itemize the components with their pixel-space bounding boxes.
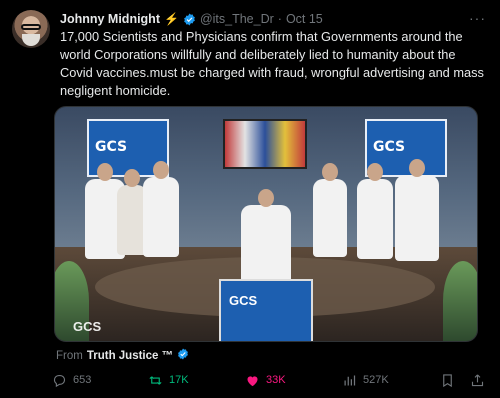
reply-button[interactable]: 653: [52, 373, 91, 388]
panel-person: [395, 159, 439, 261]
views-count: 527K: [363, 374, 389, 386]
avatar-beard: [22, 34, 40, 46]
more-options-icon[interactable]: ···: [469, 10, 486, 26]
source-name[interactable]: Truth Justice ™: [87, 350, 173, 362]
podium: GCS: [219, 279, 313, 341]
tweet-text: 17,000 Scientists and Physicians confirm…: [60, 29, 484, 98]
source-attribution: From Truth Justice ™: [56, 348, 189, 363]
tweet-timestamp[interactable]: Oct 15: [286, 12, 323, 26]
verified-badge-icon[interactable]: [183, 13, 196, 26]
author-name[interactable]: Johnny Midnight: [60, 12, 160, 26]
like-count: 33K: [266, 374, 286, 386]
tweet-media-image[interactable]: GCS GCS GCS GCS: [54, 106, 478, 342]
like-button[interactable]: 33K: [245, 373, 286, 388]
share-icon: [471, 373, 484, 386]
avatar[interactable]: [12, 10, 50, 48]
speaker-person: [241, 189, 291, 283]
repost-count: 17K: [169, 374, 189, 386]
watermark-logo: GCS: [73, 319, 102, 334]
bookmark-button[interactable]: [440, 373, 455, 388]
tweet-header: Johnny Midnight ⚡ @its_The_Dr · Oct 15: [60, 11, 323, 27]
verified-badge-icon: [177, 348, 189, 363]
bookmark-icon: [443, 373, 452, 387]
separator-dot: ·: [277, 12, 282, 26]
logo-text: GCS: [373, 139, 406, 155]
avatar-glasses: [21, 24, 41, 30]
panel-person: [313, 163, 347, 257]
podium-logo-text: GCS: [229, 293, 258, 308]
source-prefix: From: [56, 349, 83, 362]
share-button[interactable]: [470, 373, 485, 388]
plant-right: [443, 261, 477, 341]
panel-person: [143, 161, 179, 257]
repost-icon: [149, 375, 162, 385]
lightning-icon: ⚡: [163, 12, 179, 26]
reply-icon: [53, 374, 66, 387]
panel-person: [357, 163, 393, 259]
repost-button[interactable]: 17K: [148, 373, 189, 388]
like-icon: [247, 375, 258, 386]
logo-text: GCS: [95, 139, 128, 155]
reply-count: 653: [73, 374, 92, 386]
action-bar: 653 17K 33K 527K: [52, 370, 488, 390]
views-icon: [344, 375, 356, 385]
views-button[interactable]: 527K: [342, 373, 389, 388]
flag-screen: [223, 119, 307, 169]
author-handle[interactable]: @its_The_Dr: [200, 12, 274, 26]
